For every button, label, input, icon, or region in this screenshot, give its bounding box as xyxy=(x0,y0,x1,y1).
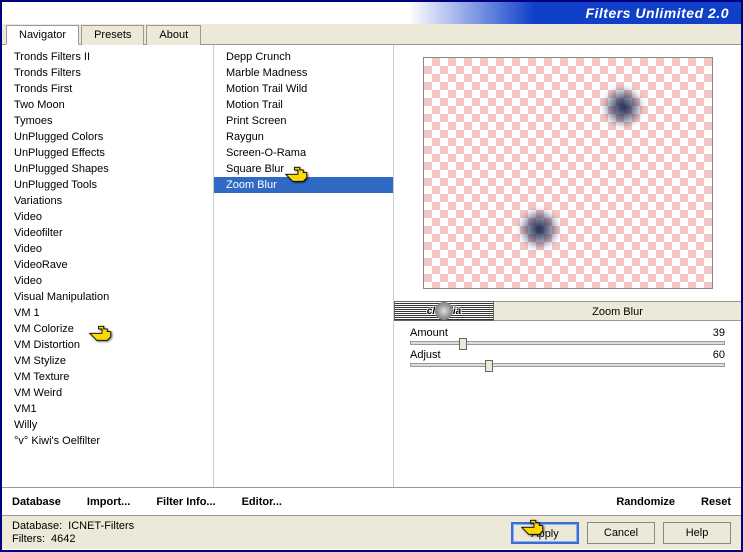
list-item[interactable]: Video xyxy=(2,241,213,257)
param-value: 39 xyxy=(713,327,725,339)
import-button[interactable]: Import... xyxy=(87,496,130,508)
list-item[interactable]: UnPlugged Colors xyxy=(2,129,213,145)
list-item[interactable]: VideoRave xyxy=(2,257,213,273)
list-item[interactable]: VM Distortion xyxy=(2,337,213,353)
app-title: Filters Unlimited 2.0 xyxy=(585,5,729,21)
filter-list[interactable]: Depp CrunchMarble MadnessMotion Trail Wi… xyxy=(214,45,394,487)
param-slider[interactable] xyxy=(410,341,725,345)
status-db-value: ICNET-Filters xyxy=(68,520,134,532)
param-label: Amount xyxy=(410,327,448,339)
title-bar: Filters Unlimited 2.0 xyxy=(2,2,741,24)
apply-button[interactable]: Apply xyxy=(511,522,579,544)
list-item[interactable]: VM Colorize xyxy=(2,321,213,337)
list-item[interactable]: UnPlugged Tools xyxy=(2,177,213,193)
main-area: Tronds Filters IITronds FiltersTronds Fi… xyxy=(2,45,741,487)
list-item[interactable]: VM1 xyxy=(2,401,213,417)
list-item[interactable]: Tronds Filters II xyxy=(2,49,213,65)
status-bar: Database: ICNET-Filters Filters: 4642 Ap… xyxy=(2,515,741,549)
preview-panel: claudia Zoom Blur Amount 39 Adjust 60 xyxy=(394,45,741,487)
status-db-label: Database: xyxy=(12,520,62,532)
editor-button[interactable]: Editor... xyxy=(242,496,282,508)
param-row: Adjust 60 xyxy=(410,349,725,367)
filter-info-button[interactable]: Filter Info... xyxy=(156,496,215,508)
dialog-buttons: Apply Cancel Help xyxy=(511,522,731,544)
filter-name-bar: claudia Zoom Blur xyxy=(394,301,741,321)
tab-navigator[interactable]: Navigator xyxy=(6,25,79,45)
database-button[interactable]: Database xyxy=(12,496,61,508)
list-item[interactable]: VM Stylize xyxy=(2,353,213,369)
list-item[interactable]: Two Moon xyxy=(2,97,213,113)
list-item[interactable]: Raygun xyxy=(214,129,393,145)
list-item[interactable]: Square Blur xyxy=(214,161,393,177)
param-row: Amount 39 xyxy=(410,327,725,345)
tab-presets[interactable]: Presets xyxy=(81,25,144,45)
list-item[interactable]: Motion Trail Wild xyxy=(214,81,393,97)
randomize-button[interactable]: Randomize xyxy=(616,496,675,508)
list-item[interactable]: Print Screen xyxy=(214,113,393,129)
list-item[interactable]: Visual Manipulation xyxy=(2,289,213,305)
status-filters-label: Filters: xyxy=(12,533,45,545)
list-item[interactable]: Screen-O-Rama xyxy=(214,145,393,161)
list-item[interactable]: VM Texture xyxy=(2,369,213,385)
list-item[interactable]: Willy xyxy=(2,417,213,433)
param-slider[interactable] xyxy=(410,363,725,367)
list-item[interactable]: VM Weird xyxy=(2,385,213,401)
list-item[interactable]: VM 1 xyxy=(2,305,213,321)
category-list[interactable]: Tronds Filters IITronds FiltersTronds Fi… xyxy=(2,45,214,487)
reset-button[interactable]: Reset xyxy=(701,496,731,508)
list-item[interactable]: Videofilter xyxy=(2,225,213,241)
list-item[interactable]: Tymoes xyxy=(2,113,213,129)
help-button[interactable]: Help xyxy=(663,522,731,544)
list-item[interactable]: Motion Trail xyxy=(214,97,393,113)
preview-area xyxy=(394,45,741,301)
watermark-badge: claudia xyxy=(394,301,494,321)
list-item[interactable]: Tronds Filters xyxy=(2,65,213,81)
list-item[interactable]: Depp Crunch xyxy=(214,49,393,65)
list-item[interactable]: Variations xyxy=(2,193,213,209)
param-label: Adjust xyxy=(410,349,441,361)
action-bar: Database Import... Filter Info... Editor… xyxy=(2,487,741,515)
list-item[interactable]: °v° Kiwi's Oelfilter xyxy=(2,433,213,449)
status-filters-value: 4642 xyxy=(51,533,75,545)
param-value: 60 xyxy=(713,349,725,361)
list-item[interactable]: UnPlugged Effects xyxy=(2,145,213,161)
list-item[interactable]: UnPlugged Shapes xyxy=(2,161,213,177)
list-item[interactable]: Tronds First xyxy=(2,81,213,97)
list-item[interactable]: Zoom Blur xyxy=(214,177,393,193)
current-filter-name: Zoom Blur xyxy=(494,301,741,321)
list-item[interactable]: Video xyxy=(2,209,213,225)
preview-image xyxy=(423,57,713,289)
list-item[interactable]: Marble Madness xyxy=(214,65,393,81)
parameter-panel: Amount 39 Adjust 60 xyxy=(394,321,741,377)
tab-about[interactable]: About xyxy=(146,25,201,45)
tab-strip: NavigatorPresetsAbout xyxy=(2,24,741,45)
list-item[interactable]: Video xyxy=(2,273,213,289)
cancel-button[interactable]: Cancel xyxy=(587,522,655,544)
